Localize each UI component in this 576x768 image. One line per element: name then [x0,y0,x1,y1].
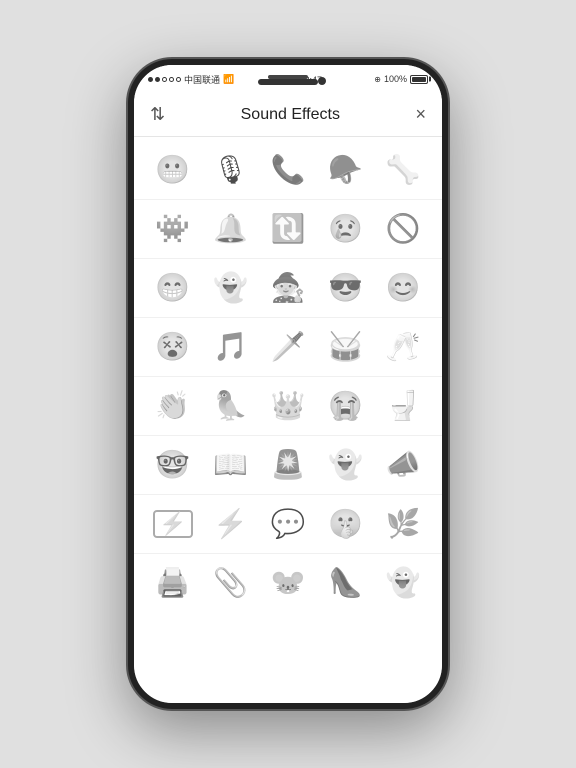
sound-item-crown[interactable]: 👑 [265,383,311,429]
sound-item-teeth[interactable]: 😬 [150,147,196,193]
wifi-icon: 📶 [223,74,234,85]
sound-item-note[interactable]: 🎵 [207,324,253,370]
sound-item-flashbox[interactable]: ⚡ [150,501,196,547]
sound-item-clap[interactable]: 👏 [150,383,196,429]
phone-camera [318,77,326,85]
grid-row-8: 🖨️ 📎 🐭 👠 👻 [134,554,442,612]
sound-item-alarm[interactable]: 🚨 [265,442,311,488]
battery-icon [410,75,428,84]
sound-grid: 😬 🎙 📞 🪖 🦴 👾 🔔 🔃 😢 🚫 😁 👻 🧙 😎 😊 [134,137,442,703]
sound-item-phone[interactable]: 📞 [265,147,311,193]
page-title: Sound Effects [241,106,340,124]
sound-item-bell[interactable]: 🔔 [207,206,253,252]
close-button[interactable]: × [415,104,426,125]
grid-row-4: 😵 🎵 🗡️ 🥁 🥂 [134,318,442,377]
sound-item-sad[interactable]: 😢 [323,206,369,252]
sort-button[interactable]: ⇅ [150,104,165,125]
sound-item-fire[interactable]: 🌿 [380,501,426,547]
sound-item-cool[interactable]: 😎 [323,265,369,311]
signal-dots [148,77,181,82]
location-icon: ⊕ [374,75,381,84]
grid-row-3: 😁 👻 🧙 😎 😊 [134,259,442,318]
sound-item-cry[interactable]: 😭 [323,383,369,429]
sound-item-happy[interactable]: 😊 [380,265,426,311]
sound-item-mouse[interactable]: 🐭 [265,560,311,606]
sound-item-sleep[interactable]: 💬 [265,501,311,547]
signal-dot-2 [155,77,160,82]
sound-item-shush[interactable]: 🤫 [323,501,369,547]
sound-item-lightning[interactable]: ⚡ [207,501,253,547]
signal-dot-1 [148,77,153,82]
sound-item-ghost3[interactable]: 👻 [380,560,426,606]
sound-item-reload[interactable]: 🔃 [265,206,311,252]
sound-item-megaphone[interactable]: 📣 [380,442,426,488]
sound-item-printer[interactable]: 🖨️ [150,560,196,606]
sound-item-woozy[interactable]: 😵 [150,324,196,370]
status-bar: 中国联通 📶 下午2:47 ⊕ 100% [134,65,442,93]
carrier-label: 中国联通 [184,73,220,86]
sound-item-cancel[interactable]: 🚫 [380,206,426,252]
phone-frame: 中国联通 📶 下午2:47 ⊕ 100% ⇅ Sound Effects × 😬 [128,59,448,709]
grid-row-5: 👏 🦜 👑 😭 🚽 [134,377,442,436]
battery-fill [412,77,426,82]
grid-row-2: 👾 🔔 🔃 😢 🚫 [134,200,442,259]
sound-item-nerd[interactable]: 🤓 [150,442,196,488]
sound-item-whistle[interactable]: 🎙 [207,147,253,193]
sound-item-heel[interactable]: 👠 [323,560,369,606]
sound-item-drum[interactable]: 🥁 [323,324,369,370]
sound-item-bone[interactable]: 🦴 [380,147,426,193]
sound-item-cheers[interactable]: 🥂 [380,324,426,370]
sound-item-ghost2[interactable]: 👻 [323,442,369,488]
phone-screen: 中国联通 📶 下午2:47 ⊕ 100% ⇅ Sound Effects × 😬 [134,65,442,703]
sound-item-book[interactable]: 📖 [207,442,253,488]
sound-item-alien[interactable]: 👾 [150,206,196,252]
signal-dot-4 [169,77,174,82]
grid-row-7: ⚡ ⚡ 💬 🤫 🌿 [134,495,442,554]
battery-label: 100% [384,74,407,84]
sound-item-bird[interactable]: 🦜 [207,383,253,429]
signal-dot-3 [162,77,167,82]
signal-dot-5 [176,77,181,82]
sound-item-grin[interactable]: 😁 [150,265,196,311]
phone-speaker [268,75,308,79]
sound-item-helmet[interactable]: 🪖 [323,147,369,193]
sound-item-toilet[interactable]: 🚽 [380,383,426,429]
sound-item-sword[interactable]: 🗡️ [265,324,311,370]
sound-item-stapler[interactable]: 📎 [207,560,253,606]
sound-item-ghost[interactable]: 👻 [207,265,253,311]
grid-row-1: 😬 🎙 📞 🪖 🦴 [134,141,442,200]
status-left: 中国联通 📶 [148,73,234,86]
app-header: ⇅ Sound Effects × [134,93,442,137]
sound-item-witch[interactable]: 🧙 [265,265,311,311]
status-right: ⊕ 100% [374,74,428,84]
grid-row-6: 🤓 📖 🚨 👻 📣 [134,436,442,495]
